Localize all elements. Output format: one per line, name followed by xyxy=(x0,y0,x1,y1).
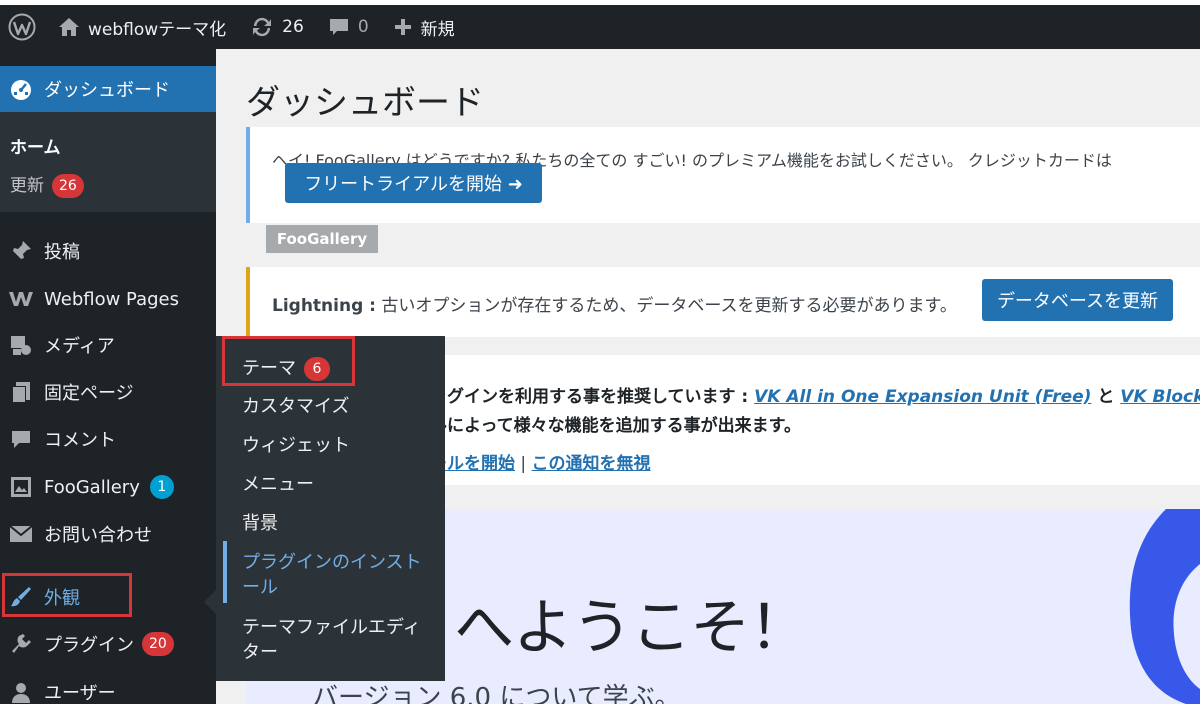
foogallery-badge: 1 xyxy=(149,475,174,499)
updates-badge: 26 xyxy=(52,174,84,198)
vk-notice-and: と xyxy=(1091,387,1121,407)
media-icon xyxy=(6,330,36,360)
admin-bar: webflowテーマ化 26 0 新規 xyxy=(0,5,1200,49)
menu-contact[interactable]: お問い合わせ xyxy=(0,512,216,556)
flyout-item-customize[interactable]: カスタマイズ xyxy=(242,394,437,419)
dismiss-notice-link[interactable]: この通知を無視 xyxy=(532,454,651,474)
menu-media-label: メディア xyxy=(44,336,115,357)
updates-menu[interactable]: 26 xyxy=(238,5,316,49)
menu-comments-label: コメント xyxy=(44,430,116,451)
lightning-message: 古いオプションが存在するため、データベースを更新する必要があります。 xyxy=(375,296,957,316)
menu-users-label: ユーザー xyxy=(44,683,116,704)
menu-foogallery[interactable]: FooGallery 1 xyxy=(0,465,216,509)
refresh-icon xyxy=(250,16,274,38)
new-content-menu[interactable]: 新規 xyxy=(381,5,467,49)
menu-plugins[interactable]: プラグイン 20 xyxy=(0,622,216,666)
vk-notice-line1: ラグインを利用する事を推奨しています : VK All in One Expan… xyxy=(430,382,1200,407)
flyout-pointer xyxy=(204,590,216,614)
webflow-icon xyxy=(6,284,36,314)
vk-notice-actions: ールを開始 | この通知を無視 xyxy=(430,449,651,474)
menu-foogallery-label: FooGallery xyxy=(44,476,140,498)
comments-count: 0 xyxy=(357,17,369,37)
flyout-item-widgets[interactable]: ウィジェット xyxy=(242,433,437,458)
vk-notice-line1-text: ラグインを利用する事を推奨しています : xyxy=(430,387,755,407)
appearance-highlight-box xyxy=(2,573,132,617)
home-icon xyxy=(58,17,80,37)
page-icon xyxy=(6,377,36,407)
submenu-home[interactable]: ホーム xyxy=(10,133,61,158)
update-database-button[interactable]: データベースを更新 xyxy=(982,279,1173,321)
wordpress-logo-icon xyxy=(8,13,36,41)
flyout-item-theme-editor[interactable]: テーマファイルエディター xyxy=(242,615,437,665)
menu-posts[interactable]: 投稿 xyxy=(0,229,216,273)
plugin-icon xyxy=(6,629,36,659)
wordpress-welcome-logo-icon xyxy=(1129,509,1200,704)
menu-comments[interactable]: コメント xyxy=(0,417,216,461)
flyout-item-background[interactable]: 背景 xyxy=(242,511,437,536)
appearance-flyout-menu: テーマ 6 カスタマイズ ウィジェット メニュー 背景 プラグインのインストール … xyxy=(216,336,445,681)
plugins-badge: 20 xyxy=(142,632,174,656)
menu-posts-label: 投稿 xyxy=(44,242,80,263)
flyout-item-install-plugins[interactable]: プラグインのインストール xyxy=(242,550,437,600)
vk-blocks-link[interactable]: VK Blocks (Fre xyxy=(1120,387,1200,407)
menu-plugins-label: プラグイン xyxy=(44,635,134,656)
menu-dashboard[interactable]: ダッシュボード xyxy=(0,66,216,112)
site-name: webflowテーマ化 xyxy=(88,19,227,40)
comment-icon xyxy=(6,424,36,454)
comment-bubble-icon xyxy=(328,17,350,37)
vk-notice-line2: ルによって様々な機能を追加する事が出来ます。 xyxy=(430,416,801,436)
lightning-notice-text: Lightning : 古いオプションが存在するため、データベースを更新する必要… xyxy=(272,291,957,316)
flyout-item-menus[interactable]: メニュー xyxy=(242,472,437,497)
gallery-icon xyxy=(6,472,36,502)
submenu-updates[interactable]: 更新 26 xyxy=(10,171,84,198)
menu-media[interactable]: メディア xyxy=(0,323,216,367)
free-trial-button[interactable]: フリートライアルを開始 ➜ xyxy=(285,163,542,203)
site-name-menu[interactable]: webflowテーマ化 xyxy=(46,5,238,49)
new-label: 新規 xyxy=(420,19,455,40)
vk-notice-separator: | xyxy=(515,454,532,474)
user-icon xyxy=(6,677,36,707)
foogallery-notice: ヘイ! FooGallery はどうですか? 私たちの全ての すごい! のプレミ… xyxy=(246,127,1200,223)
menu-dashboard-label: ダッシュボード xyxy=(44,80,170,101)
page-title: ダッシュボード xyxy=(246,83,484,123)
foogallery-tag: FooGallery xyxy=(266,225,378,253)
plus-icon xyxy=(393,17,413,37)
themes-highlight-box xyxy=(222,336,355,386)
menu-webflow-pages-label: Webflow Pages xyxy=(44,288,179,310)
menu-contact-label: お問い合わせ xyxy=(44,525,152,546)
dashboard-submenu: ホーム 更新 26 xyxy=(0,112,216,212)
menu-pages-label: 固定ページ xyxy=(44,383,134,404)
flyout-active-indicator xyxy=(223,541,227,603)
lightning-notice: Lightning : 古いオプションが存在するため、データベースを更新する必要… xyxy=(246,267,1200,337)
bottom-strip xyxy=(0,704,1200,712)
welcome-subtitle[interactable]: バージョン 6.0 について学ぶ。 xyxy=(312,677,681,704)
lightning-prefix: Lightning : xyxy=(272,296,376,316)
vk-all-in-one-link[interactable]: VK All in One Expansion Unit (Free) xyxy=(754,387,1091,407)
updates-count: 26 xyxy=(282,17,304,37)
comments-menu[interactable]: 0 xyxy=(316,5,381,49)
submenu-updates-label: 更新 xyxy=(10,176,44,196)
menu-webflow-pages[interactable]: Webflow Pages xyxy=(0,277,216,321)
menu-pages[interactable]: 固定ページ xyxy=(0,370,216,414)
dashboard-gauge-icon xyxy=(6,74,36,104)
wp-logo-menu[interactable] xyxy=(0,5,46,49)
mail-icon xyxy=(6,519,36,549)
pin-icon xyxy=(6,236,36,266)
